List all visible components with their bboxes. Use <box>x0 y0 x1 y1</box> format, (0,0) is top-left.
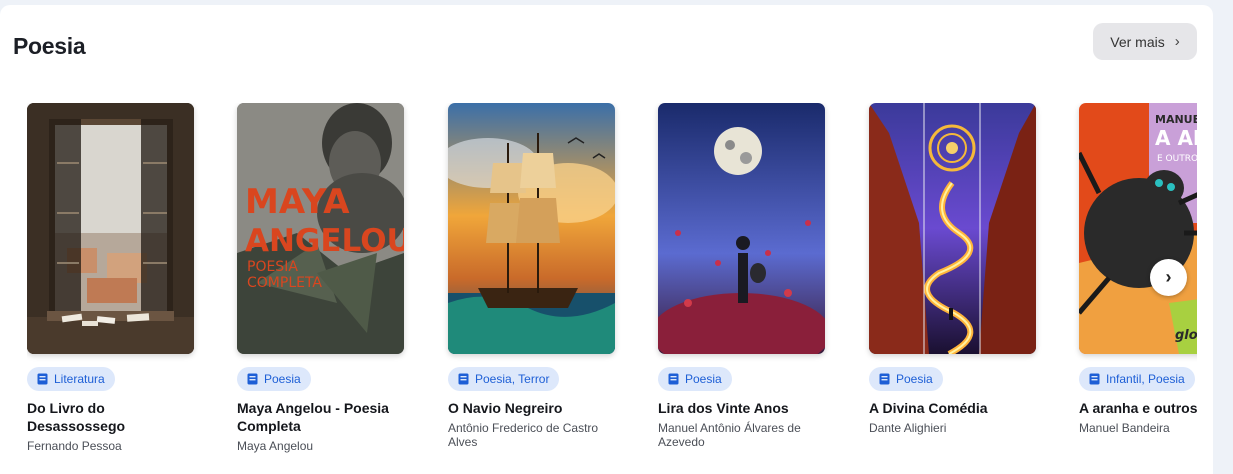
ver-mais-button[interactable]: Ver mais › <box>1093 23 1197 60</box>
poesia-section: Poesia Ver mais › Literatura Do Livro do… <box>0 5 1213 474</box>
cover-text: MAYA <box>245 182 350 222</box>
book-icon <box>1089 373 1100 385</box>
cover-text: A AR <box>1155 126 1197 150</box>
book-carousel: Literatura Do Livro do Desassossego Fern… <box>27 103 1197 474</box>
book-author: Antônio Frederico de Castro Alves <box>448 421 599 449</box>
section-title: Poesia <box>13 33 86 59</box>
book-cover-moon-image <box>658 103 825 354</box>
cover-text: glob <box>1175 328 1197 343</box>
ver-mais-label: Ver mais <box>1110 33 1165 50</box>
book-icon <box>879 373 890 385</box>
book-title[interactable]: Lira dos Vinte Anos <box>658 399 828 417</box>
cover-text: MANUEL <box>1155 113 1197 126</box>
book-icon <box>37 373 48 385</box>
book-title[interactable]: A Divina Comédia <box>869 399 1039 417</box>
cover-text: ANGELOU <box>245 223 404 259</box>
book-icon <box>458 373 469 385</box>
category-label: Literatura <box>54 372 105 386</box>
book-cover[interactable] <box>448 103 615 354</box>
book-cover-window-image <box>27 103 194 354</box>
book-cover-ship-image <box>448 103 615 354</box>
book-cover-spider-image: MANUEL A AR E OUTRO glob <box>1079 103 1197 354</box>
category-badge: Literatura <box>27 367 115 391</box>
book-cover[interactable] <box>27 103 194 354</box>
category-label: Poesia <box>896 372 933 386</box>
category-badge: Poesia <box>237 367 311 391</box>
book-cover[interactable]: MANUEL A AR E OUTRO glob <box>1079 103 1197 354</box>
book-icon <box>247 373 258 385</box>
category-badge: Poesia <box>658 367 732 391</box>
cover-text: POESIA <box>247 259 298 275</box>
book-author: Manuel Antônio Álvares de Azevedo <box>658 421 801 449</box>
chevron-right-icon: › <box>1165 267 1172 287</box>
book-author: Maya Angelou <box>237 439 314 453</box>
book-title[interactable]: Maya Angelou - Poesia Completa <box>237 399 407 435</box>
book-cover[interactable] <box>658 103 825 354</box>
cover-text: E OUTRO <box>1157 154 1197 164</box>
carousel-next-button[interactable]: › <box>1150 259 1187 296</box>
book-card[interactable]: Poesia A Divina Comédia Dante Alighieri <box>869 103 1041 435</box>
category-badge: Infantil, Poesia <box>1079 367 1195 391</box>
book-title[interactable]: O Navio Negreiro <box>448 399 618 417</box>
category-label: Infantil, Poesia <box>1106 372 1185 386</box>
book-cover-canyon-image <box>869 103 1036 354</box>
chevron-right-icon: › <box>1174 33 1180 50</box>
cover-text: COMPLETA <box>247 275 322 291</box>
book-cover[interactable]: MAYA ANGELOU POESIA COMPLETA <box>237 103 404 354</box>
book-title[interactable]: Do Livro do Desassossego <box>27 399 197 435</box>
book-icon <box>668 373 679 385</box>
category-badge: Poesia <box>869 367 943 391</box>
category-label: Poesia <box>685 372 722 386</box>
book-card[interactable]: Poesia Lira dos Vinte Anos Manuel Antôni… <box>658 103 830 449</box>
book-card[interactable]: Poesia, Terror O Navio Negreiro Antônio … <box>448 103 620 449</box>
book-cover[interactable] <box>869 103 1036 354</box>
category-badge: Poesia, Terror <box>448 367 560 391</box>
book-title[interactable]: A aranha e outros <box>1079 399 1197 417</box>
book-author: Manuel Bandeira <box>1079 421 1170 435</box>
book-author: Fernando Pessoa <box>27 439 122 453</box>
book-author: Dante Alighieri <box>869 421 947 435</box>
book-card[interactable]: Literatura Do Livro do Desassossego Fern… <box>27 103 199 453</box>
category-label: Poesia, Terror <box>475 372 550 386</box>
book-cover-maya-angelou-image: MAYA ANGELOU POESIA COMPLETA <box>237 103 404 354</box>
book-card[interactable]: MAYA ANGELOU POESIA COMPLETA Poesia Maya… <box>237 103 409 453</box>
category-label: Poesia <box>264 372 301 386</box>
